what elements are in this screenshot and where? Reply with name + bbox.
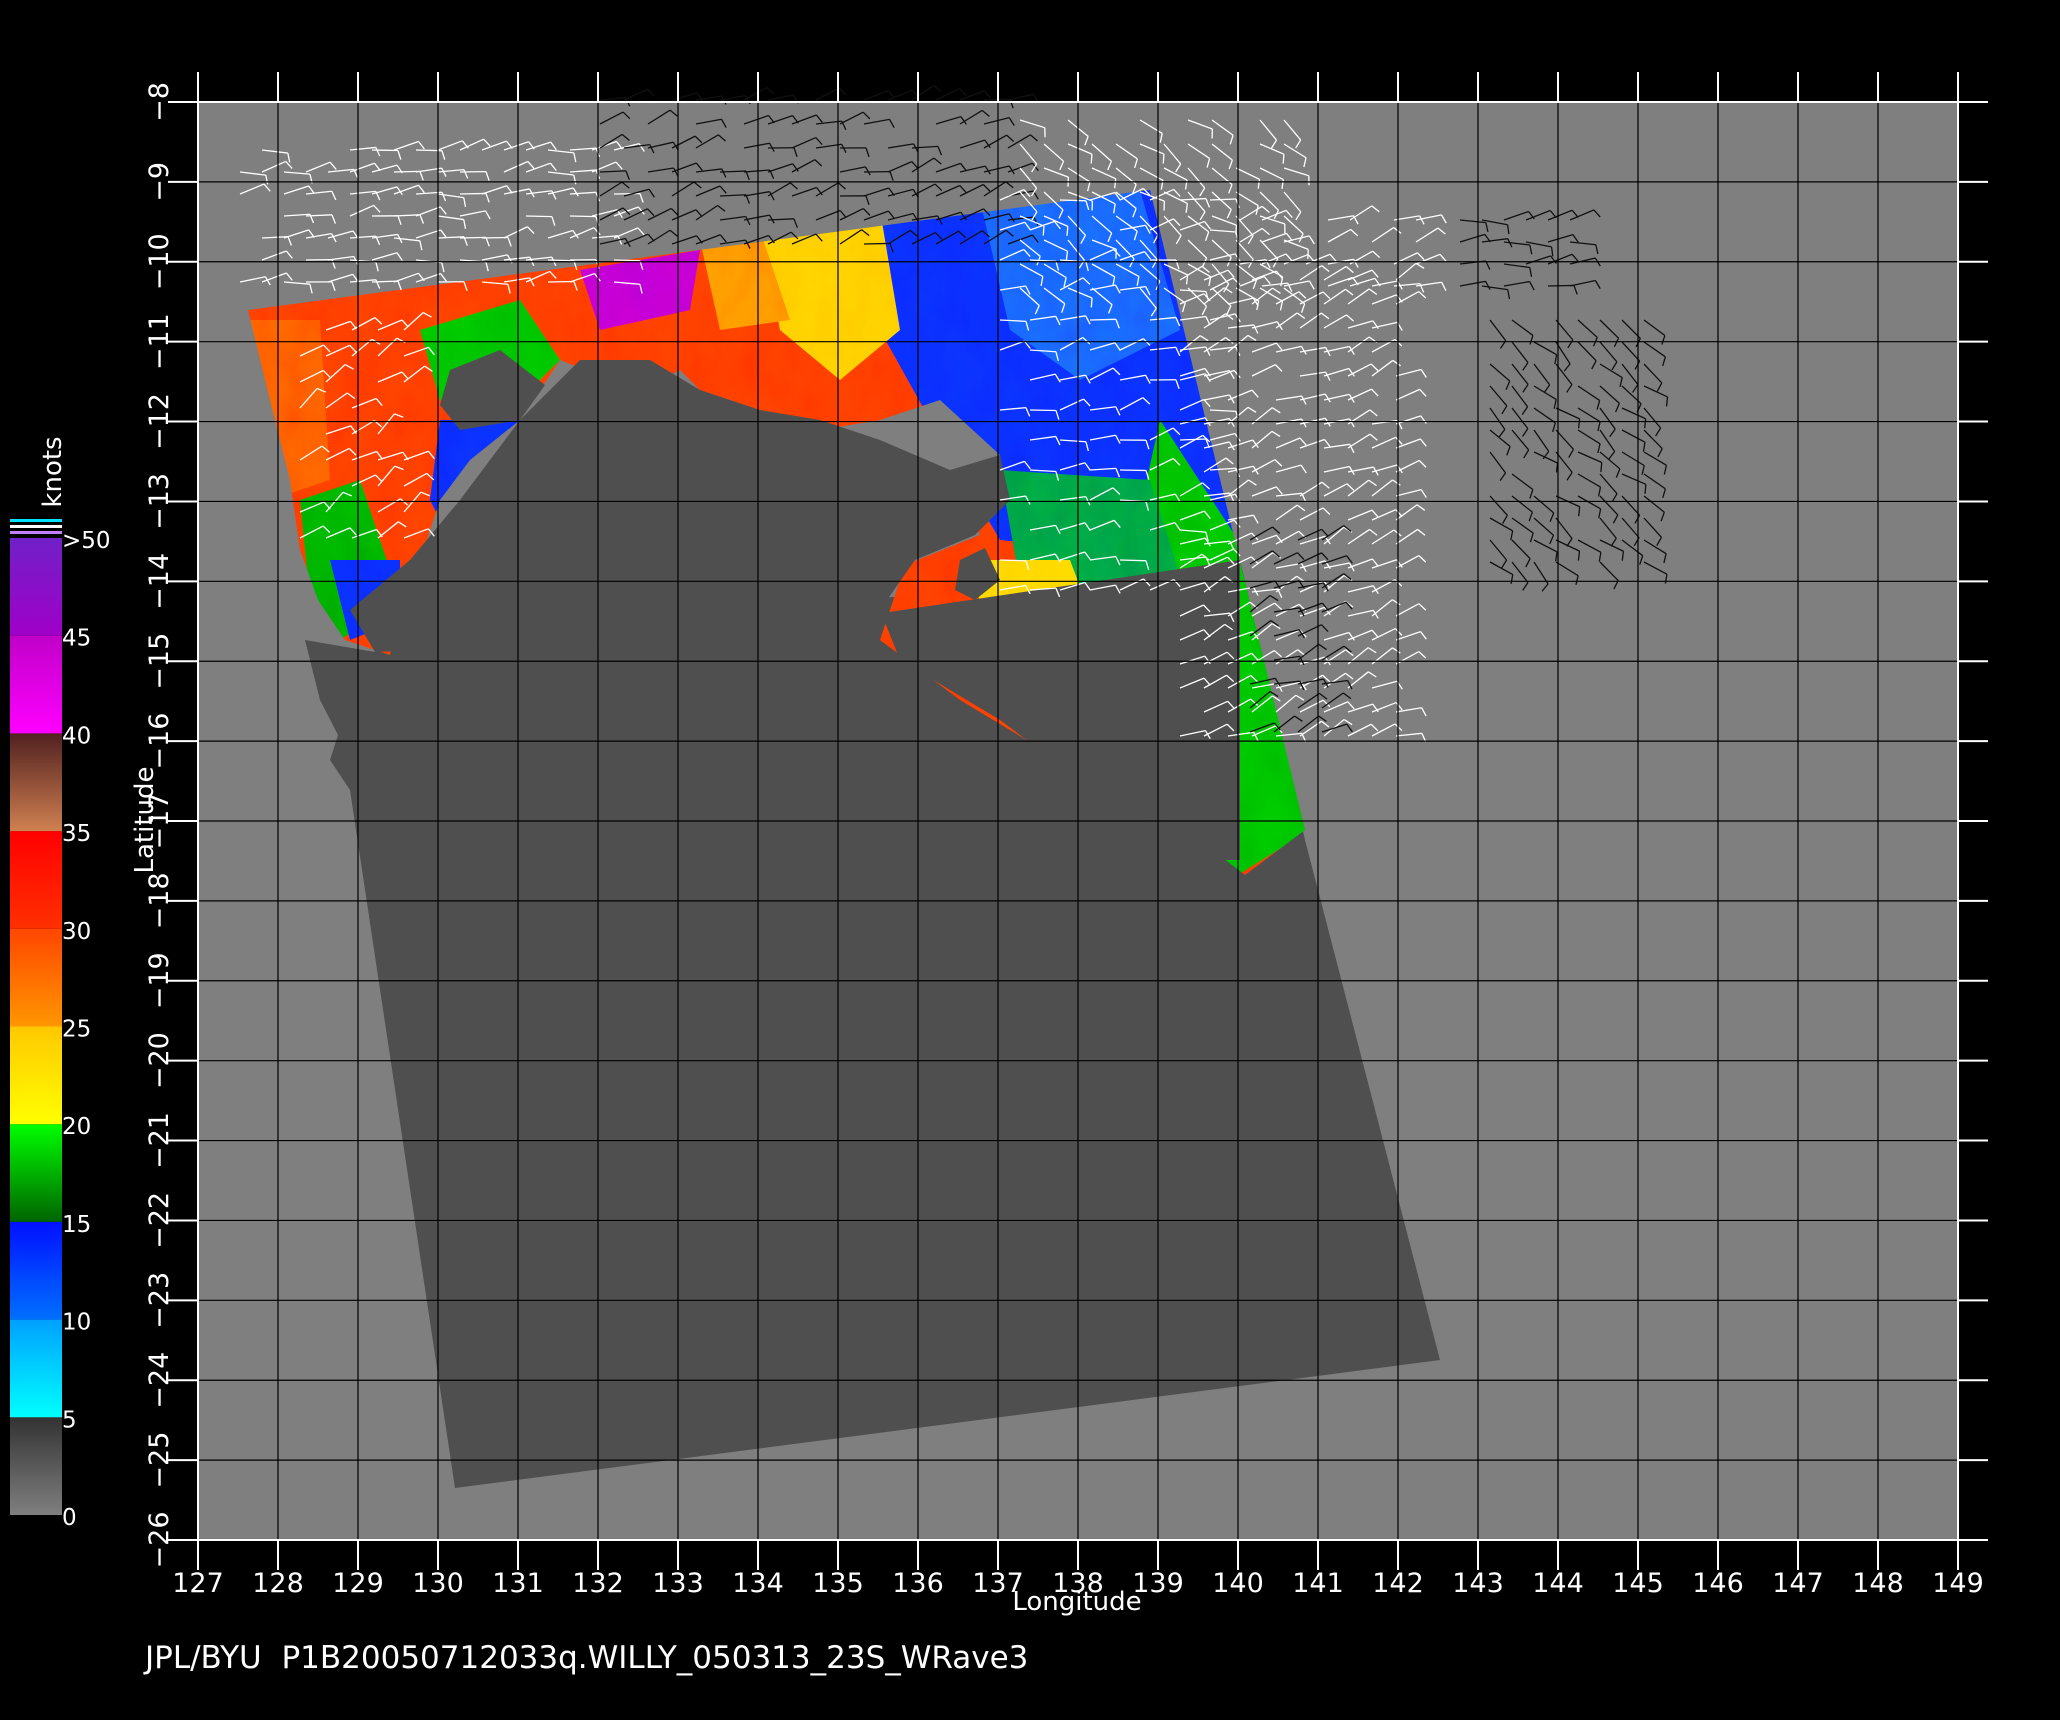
- y-tick-label: −19: [144, 952, 175, 1009]
- y-axis-label: Latitude: [130, 766, 160, 873]
- legend-band: [10, 1319, 62, 1418]
- x-tick-label: 134: [732, 1568, 784, 1599]
- legend-top-line-2: [10, 525, 62, 528]
- y-tick-label: −24: [144, 1352, 175, 1409]
- y-tick-label: −18: [144, 872, 175, 929]
- y-tick-label: −26: [144, 1512, 175, 1569]
- legend-band: [10, 1221, 62, 1320]
- y-tick-label: −11: [144, 313, 175, 370]
- x-tick-label: 130: [412, 1568, 464, 1599]
- legend-label: 40: [62, 723, 91, 749]
- legend-label: 0: [62, 1505, 77, 1531]
- x-tick-label: 145: [1612, 1568, 1664, 1599]
- legend-label: 30: [62, 919, 91, 945]
- y-tick-label: −16: [144, 713, 175, 770]
- legend-title: knots: [38, 436, 68, 507]
- x-tick-label: 127: [172, 1568, 224, 1599]
- legend-band: [10, 635, 62, 734]
- y-tick-label: −12: [144, 393, 175, 450]
- legend-top-line-3: [10, 531, 62, 534]
- y-tick-label: −15: [144, 633, 175, 690]
- legend-band: [10, 538, 62, 636]
- x-tick-label: 135: [812, 1568, 864, 1599]
- x-tick-label: 128: [252, 1568, 304, 1599]
- y-tick-label: −20: [144, 1032, 175, 1089]
- y-tick-label: −9: [144, 162, 175, 202]
- x-tick-label: 146: [1692, 1568, 1744, 1599]
- x-tick-label: 147: [1772, 1568, 1824, 1599]
- y-tick-label: −25: [144, 1432, 175, 1489]
- x-axis-label: Longitude: [1012, 1587, 1141, 1617]
- legend-label: 15: [62, 1212, 91, 1238]
- y-tick-label: −13: [144, 473, 175, 530]
- legend-label: 35: [62, 821, 91, 847]
- x-tick-label: 144: [1532, 1568, 1584, 1599]
- legend-band: [10, 733, 62, 832]
- legend-label: 25: [62, 1017, 91, 1043]
- x-tick-label: 142: [1372, 1568, 1424, 1599]
- legend-label: 20: [62, 1114, 91, 1140]
- x-tick-label: 148: [1852, 1568, 1904, 1599]
- y-tick-label: −22: [144, 1192, 175, 1249]
- x-tick-label: 149: [1932, 1568, 1984, 1599]
- x-tick-label: 133: [652, 1568, 704, 1599]
- legend-band: [10, 1124, 62, 1222]
- x-tick-label: 132: [572, 1568, 624, 1599]
- y-tick-label: −23: [144, 1272, 175, 1329]
- legend-label: 10: [62, 1310, 91, 1336]
- footer-caption: JPL/BYU P1B20050712033q.WILLY_050313_23S…: [145, 1640, 1028, 1676]
- legend-band: [10, 1417, 62, 1515]
- y-tick-label: −14: [144, 553, 175, 610]
- footer-product-id: P1B20050712033q.WILLY_050313_23S_WRave3: [281, 1640, 1029, 1676]
- legend-label: >50: [62, 528, 111, 554]
- footer-source: JPL/BYU: [145, 1640, 262, 1676]
- legend-top-line-1: [10, 519, 62, 522]
- x-tick-label: 131: [492, 1568, 544, 1599]
- x-tick-label: 129: [332, 1568, 384, 1599]
- legend-band: [10, 928, 62, 1027]
- y-tick-label: −10: [144, 233, 175, 290]
- wind-map: 127 128 129 130 131 132 133 134 135 136 137 138 139 1…: [10, 72, 1988, 1617]
- legend-band: [10, 831, 62, 929]
- legend-label: 45: [62, 626, 91, 652]
- legend-label: 5: [62, 1407, 77, 1433]
- legend-band: [10, 1026, 62, 1125]
- x-tick-label: 141: [1292, 1568, 1344, 1599]
- color-legend: knots >50 45 40 35 30 25 20 15 10 5 0: [10, 436, 111, 1531]
- x-tick-label: 136: [892, 1568, 944, 1599]
- x-tick-label: 140: [1212, 1568, 1264, 1599]
- y-tick-label: −8: [144, 82, 175, 122]
- y-tick-label: −21: [144, 1112, 175, 1169]
- x-tick-label: 143: [1452, 1568, 1504, 1599]
